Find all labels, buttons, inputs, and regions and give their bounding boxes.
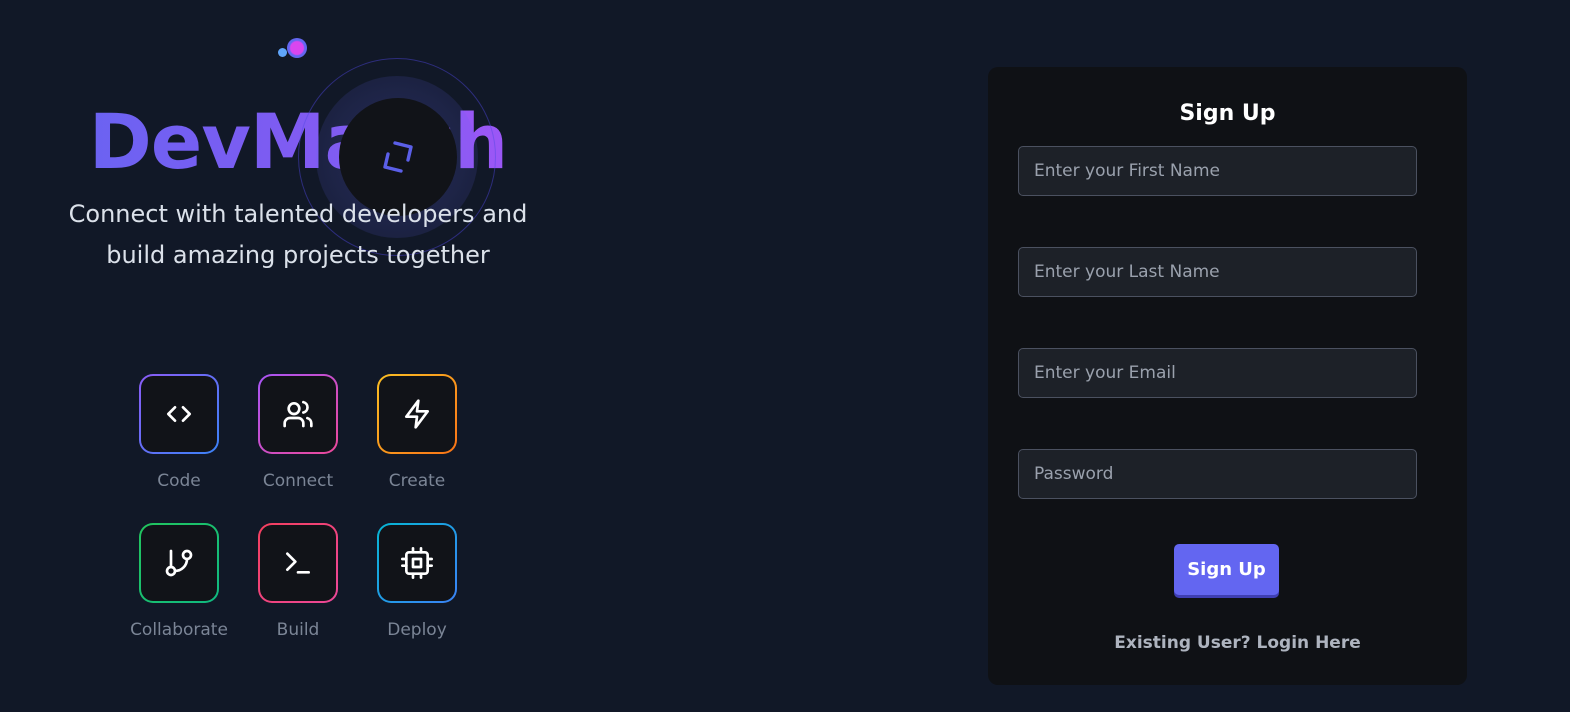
feature-build: Build [238, 523, 358, 641]
feature-label: Deploy [387, 620, 447, 640]
code-icon [167, 406, 191, 422]
feature-label: Build [276, 620, 320, 640]
signup-card: Sign Up Sign Up Existing User? Login Her… [988, 67, 1467, 685]
signup-title: Sign Up [1179, 101, 1276, 126]
hero-section: DevMatch Connect with talented developer… [0, 0, 600, 712]
first-name-input[interactable] [1018, 146, 1417, 196]
feature-label: Collaborate [130, 620, 228, 640]
tagline: Connect with talented developers and bui… [68, 200, 528, 269]
feature-label: Create [388, 471, 446, 491]
zap-icon [405, 399, 429, 429]
login-link[interactable]: Existing User? Login Here [988, 631, 1467, 655]
feature-deploy: Deploy [357, 523, 477, 641]
rotate-square-icon [383, 141, 413, 173]
feature-tile [377, 374, 457, 454]
feature-code: Code [119, 374, 239, 492]
decorative-dot-large [287, 38, 307, 58]
last-name-input[interactable] [1018, 247, 1417, 297]
feature-tile [258, 374, 338, 454]
password-input[interactable] [1018, 449, 1417, 499]
decorative-dot-small [278, 48, 287, 57]
email-input[interactable] [1018, 348, 1417, 398]
cpu-icon [401, 547, 433, 579]
feature-collaborate: Collaborate [119, 523, 239, 641]
feature-create: Create [357, 374, 477, 492]
terminal-icon [286, 552, 310, 574]
feature-tile [139, 523, 219, 603]
feature-tile [139, 374, 219, 454]
git-branch-icon [165, 549, 193, 577]
feature-connect: Connect [238, 374, 358, 492]
feature-tile [377, 523, 457, 603]
feature-label: Code [157, 471, 201, 491]
users-icon [283, 400, 313, 428]
feature-label: Connect [262, 471, 334, 491]
feature-tile [258, 523, 338, 603]
signup-button[interactable]: Sign Up [1174, 544, 1279, 595]
